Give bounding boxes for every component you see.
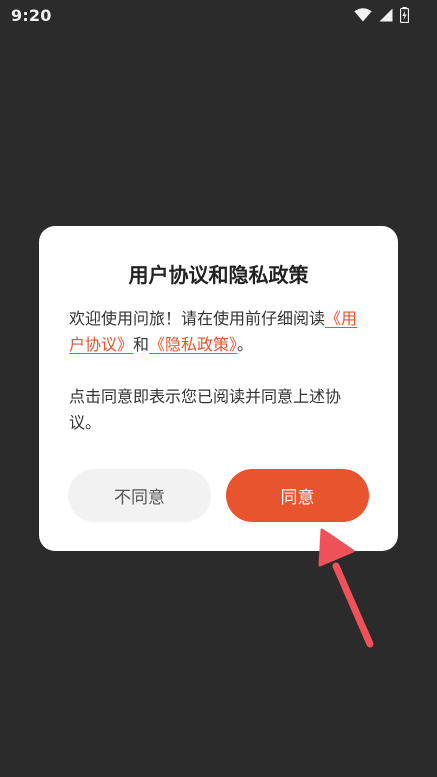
battery-icon xyxy=(400,7,409,23)
status-icons xyxy=(354,5,409,25)
wifi-icon xyxy=(354,8,372,22)
status-time: 9:20 xyxy=(11,6,52,25)
dialog-title: 用户协议和隐私政策 xyxy=(128,263,309,287)
disagree-button[interactable]: 不同意 xyxy=(68,469,211,522)
dialog-body: 欢迎使用问旅！请在使用前仔细阅读《用户协议》和《隐私政策》。 点击同意即表示您已… xyxy=(69,306,369,436)
agreement-dialog: 用户协议和隐私政策 欢迎使用问旅！请在使用前仔细阅读《用户协议》和《隐私政策》。… xyxy=(39,226,398,551)
period-text: 。 xyxy=(237,335,254,354)
intro-paragraph: 欢迎使用问旅！请在使用前仔细阅读《用户协议》和《隐私政策》。 xyxy=(69,306,369,358)
connector-text: 和 xyxy=(133,335,150,354)
consent-paragraph: 点击同意即表示您已阅读并同意上述协议。 xyxy=(69,387,342,432)
privacy-policy-link[interactable]: 《隐私政策》 xyxy=(149,335,237,354)
intro-text: 欢迎使用问旅！请在使用前仔细阅读 xyxy=(69,309,326,328)
status-bar: 9:20 xyxy=(0,0,437,32)
agree-button[interactable]: 同意 xyxy=(226,469,369,522)
signal-icon xyxy=(379,8,393,22)
